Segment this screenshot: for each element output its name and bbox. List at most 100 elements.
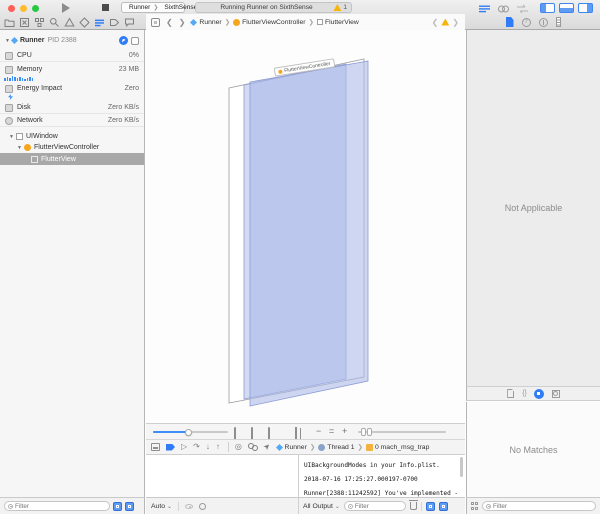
forward-button[interactable]: ❯: [179, 18, 186, 27]
jumpbar-item-runner[interactable]: Runner: [199, 19, 221, 26]
toggle-debug-area-button[interactable]: [559, 3, 574, 13]
back-button[interactable]: ❮: [166, 18, 173, 27]
navigator-filter-input[interactable]: [15, 503, 106, 510]
tree-row-flutterview-selected[interactable]: FlutterView: [0, 153, 144, 165]
find-navigator-icon[interactable]: [49, 17, 60, 28]
gauge-row-energy[interactable]: Energy Impact Zero: [0, 83, 144, 94]
media-library-icon[interactable]: [552, 390, 560, 398]
toggle-navigator-button[interactable]: [540, 3, 555, 13]
print-description-icon[interactable]: [199, 503, 206, 510]
toggle-console-view-button[interactable]: [439, 502, 448, 511]
zoom-reset-button[interactable]: =: [329, 427, 334, 436]
filter-icon: [8, 504, 13, 509]
quick-look-icon[interactable]: [185, 504, 193, 509]
zoom-out-button[interactable]: −: [316, 427, 321, 436]
file-inspector-icon[interactable]: [506, 17, 514, 27]
range-slider-right-knob[interactable]: [367, 428, 372, 436]
jumpbar-separator: ❯: [225, 18, 230, 26]
navigator-filter-field[interactable]: [4, 501, 110, 511]
disclosure-triangle[interactable]: ▼: [9, 134, 14, 140]
disclosure-triangle[interactable]: ▼: [5, 38, 10, 44]
test-navigator-icon[interactable]: [79, 17, 90, 28]
related-items-icon[interactable]: [151, 18, 160, 27]
gauge-row-memory[interactable]: Memory 23 MB: [0, 64, 144, 75]
gauge-row-disk[interactable]: Disk Zero KB/s: [0, 102, 144, 114]
close-window-button[interactable]: [8, 5, 15, 12]
gauge-row-cpu[interactable]: CPU 0%: [0, 50, 144, 62]
issue-badge[interactable]: 1: [333, 4, 347, 11]
gauge-row-network[interactable]: Network Zero KB/s: [0, 115, 144, 127]
disclosure-triangle[interactable]: ▼: [17, 145, 22, 151]
jumpbar-item-flutterviewcontroller[interactable]: FlutterViewController: [242, 19, 305, 26]
version-editor-button[interactable]: [516, 4, 529, 14]
size-inspector-icon[interactable]: [556, 17, 561, 27]
continue-icon[interactable]: ▷: [181, 443, 187, 451]
flutterviewcontroller-plane[interactable]: [250, 61, 368, 406]
viewcontroller-icon: [233, 19, 240, 26]
debug-jumpbar-process[interactable]: Runner: [285, 444, 307, 451]
next-issue-button[interactable]: ❯: [452, 18, 459, 27]
issue-warning-icon[interactable]: [441, 19, 449, 26]
view-debugger-icon[interactable]: [119, 36, 128, 45]
variables-view[interactable]: [146, 455, 297, 497]
step-over-icon[interactable]: ↷: [193, 443, 200, 451]
previous-issue-button[interactable]: ❮: [432, 18, 439, 27]
memory-icon: [5, 66, 13, 74]
console-filter-field[interactable]: [344, 501, 406, 511]
assistant-editor-button[interactable]: [497, 4, 510, 14]
code-snippet-library-icon[interactable]: [522, 390, 526, 397]
hide-debug-area-icon[interactable]: [151, 443, 160, 451]
scheme-selector[interactable]: Runner ❯ SixthSense: [121, 2, 185, 13]
toggle-variables-view-button[interactable]: [426, 502, 435, 511]
project-navigator-icon[interactable]: [4, 17, 15, 28]
run-button[interactable]: [62, 3, 70, 13]
library-filter-field[interactable]: [482, 501, 596, 511]
debug-navigator-icon[interactable]: [94, 17, 105, 28]
zoom-window-button[interactable]: [32, 5, 39, 12]
debug-memory-graph-icon[interactable]: [248, 443, 258, 451]
view-hierarchy-3d: [146, 30, 465, 423]
console-line: 2018-07-16 17:25:27.000197-0700: [304, 477, 465, 484]
console-filter-input[interactable]: [355, 503, 402, 510]
object-library-icon[interactable]: [534, 389, 544, 399]
standard-editor-button[interactable]: [478, 4, 491, 14]
file-template-library-icon[interactable]: [507, 389, 514, 398]
show-running-processes-button[interactable]: [113, 502, 122, 511]
debug-jumpbar-frame[interactable]: 0 mach_msg_trap: [375, 444, 429, 451]
tree-row-uiwindow[interactable]: ▼ UIWindow: [0, 131, 144, 142]
variables-bottom-bar: Auto: [146, 497, 298, 514]
source-control-navigator-icon[interactable]: [19, 17, 30, 28]
console-scrollbar[interactable]: [460, 457, 463, 477]
simulate-location-icon[interactable]: ➤: [262, 442, 272, 452]
view-debugger-canvas[interactable]: FlutterViewController: [146, 30, 465, 423]
debug-jumpbar-thread[interactable]: Thread 1: [327, 444, 354, 451]
breakpoint-navigator-icon[interactable]: [109, 17, 120, 28]
minimize-window-button[interactable]: [20, 5, 27, 12]
show-debugged-views-button[interactable]: [125, 502, 134, 511]
breakpoints-toggle-icon[interactable]: [166, 444, 175, 451]
gauge-value: Zero KB/s: [108, 117, 139, 124]
step-into-icon[interactable]: ↓: [206, 443, 210, 451]
zoom-in-button[interactable]: +: [342, 427, 347, 436]
issue-navigator-icon[interactable]: [64, 17, 75, 28]
library-filter-input[interactable]: [493, 503, 592, 510]
range-slider-left-knob[interactable]: [361, 428, 366, 436]
symbol-navigator-icon[interactable]: [34, 17, 45, 28]
memory-graph-icon[interactable]: [131, 37, 139, 45]
object-inspector-icon[interactable]: [539, 18, 548, 27]
variables-scope-popup[interactable]: Auto: [151, 503, 172, 510]
jumpbar-item-flutterview[interactable]: FlutterView: [325, 19, 359, 26]
step-out-icon[interactable]: ↑: [216, 443, 220, 451]
stop-button[interactable]: [102, 4, 109, 11]
library-view-mode-icon[interactable]: [471, 502, 479, 510]
quick-help-inspector-icon[interactable]: [522, 18, 531, 27]
process-row[interactable]: ▼ Runner PID 2388: [0, 34, 144, 47]
editor-jump-bar: ❮ ❯ Runner ❯ FlutterViewController ❯ Flu…: [146, 14, 465, 30]
tree-row-flutterviewcontroller[interactable]: ▼ FlutterViewController: [0, 142, 144, 153]
debug-view-hierarchy-icon[interactable]: ◎: [235, 443, 242, 451]
clear-console-icon[interactable]: [410, 502, 417, 510]
toggle-inspector-button[interactable]: [578, 3, 593, 13]
console-output-popup[interactable]: All Output: [303, 503, 340, 510]
report-navigator-icon[interactable]: [124, 17, 135, 28]
spacing-slider-knob[interactable]: [185, 429, 192, 436]
